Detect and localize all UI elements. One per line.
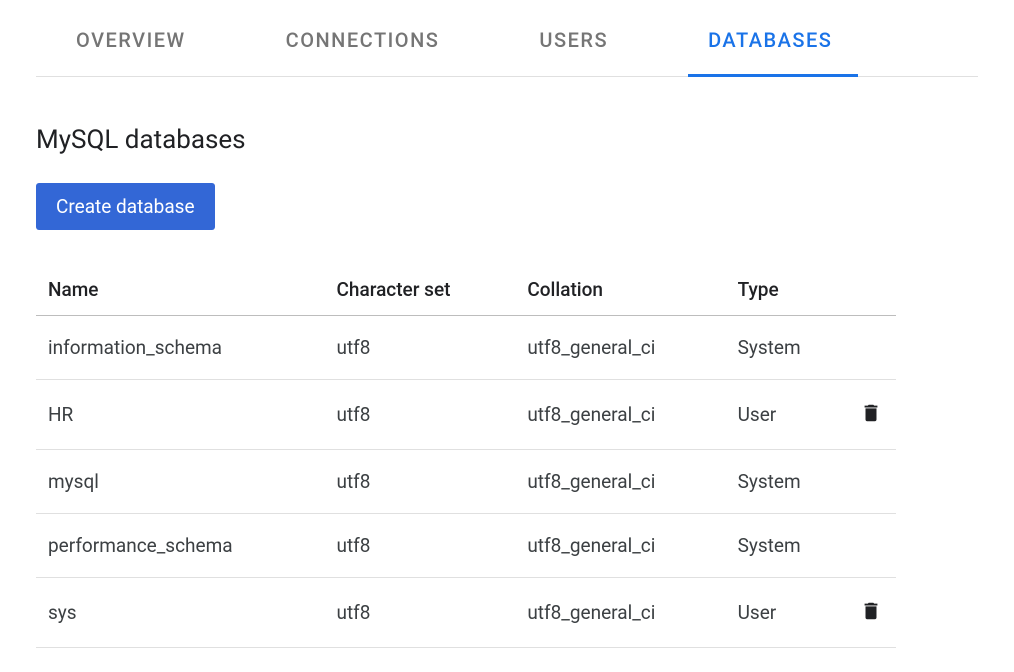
cell-actions bbox=[846, 380, 896, 450]
table-row: HRutf8utf8_general_ciUser bbox=[36, 380, 896, 450]
content-area: MySQL databases Create database Name Cha… bbox=[0, 77, 1014, 668]
col-header-collation: Collation bbox=[515, 264, 725, 316]
section-title: MySQL databases bbox=[36, 125, 978, 155]
cell-actions bbox=[846, 514, 896, 578]
table-row: information_schemautf8utf8_general_ciSys… bbox=[36, 316, 896, 380]
databases-table: Name Character set Collation Type inform… bbox=[36, 264, 896, 648]
cell-actions bbox=[846, 578, 896, 648]
cell-charset: utf8 bbox=[324, 514, 515, 578]
col-header-charset: Character set bbox=[324, 264, 515, 316]
cell-actions bbox=[846, 450, 896, 514]
col-header-type: Type bbox=[726, 264, 846, 316]
tab-users[interactable]: USERS bbox=[519, 0, 628, 76]
tab-connections[interactable]: CONNECTIONS bbox=[266, 0, 460, 76]
col-header-name: Name bbox=[36, 264, 324, 316]
delete-database-button[interactable] bbox=[858, 400, 884, 426]
cell-type: System bbox=[726, 316, 846, 380]
cell-name: sys bbox=[36, 578, 324, 648]
table-row: performance_schemautf8utf8_general_ciSys… bbox=[36, 514, 896, 578]
table-row: mysqlutf8utf8_general_ciSystem bbox=[36, 450, 896, 514]
delete-database-button[interactable] bbox=[858, 598, 884, 624]
cell-collation: utf8_general_ci bbox=[515, 380, 725, 450]
tab-databases[interactable]: DATABASES bbox=[688, 0, 852, 76]
cell-type: User bbox=[726, 578, 846, 648]
create-database-button[interactable]: Create database bbox=[36, 183, 215, 230]
tab-overview[interactable]: OVERVIEW bbox=[36, 0, 206, 76]
col-header-actions bbox=[846, 264, 896, 316]
cell-charset: utf8 bbox=[324, 450, 515, 514]
cell-type: System bbox=[726, 514, 846, 578]
cell-collation: utf8_general_ci bbox=[515, 450, 725, 514]
cell-collation: utf8_general_ci bbox=[515, 316, 725, 380]
cell-name: mysql bbox=[36, 450, 324, 514]
trash-icon bbox=[860, 600, 882, 622]
cell-charset: utf8 bbox=[324, 578, 515, 648]
cell-charset: utf8 bbox=[324, 380, 515, 450]
cell-charset: utf8 bbox=[324, 316, 515, 380]
cell-collation: utf8_general_ci bbox=[515, 578, 725, 648]
tabs-bar: OVERVIEW CONNECTIONS USERS DATABASES bbox=[36, 0, 978, 77]
trash-icon bbox=[860, 402, 882, 424]
cell-type: System bbox=[726, 450, 846, 514]
cell-name: information_schema bbox=[36, 316, 324, 380]
databases-table-wrap: Name Character set Collation Type inform… bbox=[36, 264, 896, 648]
cell-actions bbox=[846, 316, 896, 380]
cell-collation: utf8_general_ci bbox=[515, 514, 725, 578]
cell-name: performance_schema bbox=[36, 514, 324, 578]
cell-name: HR bbox=[36, 380, 324, 450]
table-row: sysutf8utf8_general_ciUser bbox=[36, 578, 896, 648]
cell-type: User bbox=[726, 380, 846, 450]
